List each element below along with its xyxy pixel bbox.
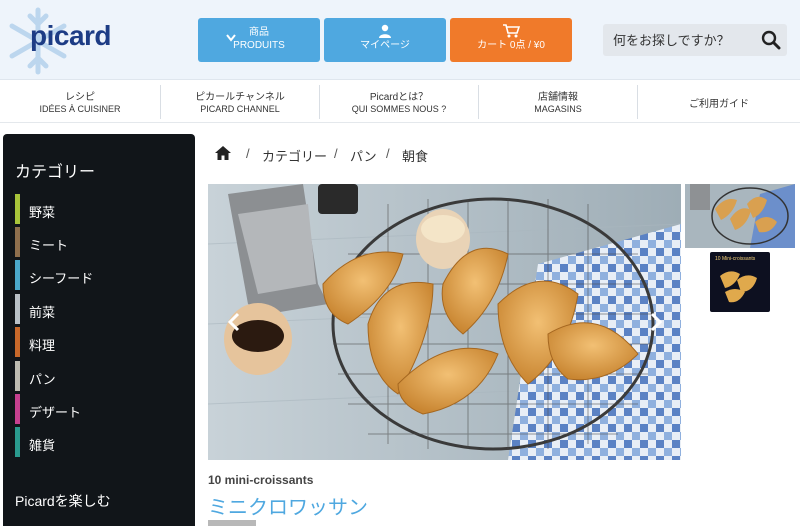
products-label-fr: PRODUITS (233, 40, 285, 51)
category-color-bar (15, 427, 20, 457)
nav-label-jp: ご利用ガイド (689, 99, 749, 110)
nav-label-fr: MAGASINS (534, 104, 582, 114)
product-thumbnail-2[interactable]: 10 Mini-croissants (685, 250, 795, 314)
category-color-bar (15, 227, 20, 257)
logo-text: picard (30, 20, 112, 51)
nav-item-about[interactable]: Picardとは？ QUI SOMMES NOUS ? (320, 81, 478, 123)
picard-logo[interactable]: picard (8, 6, 128, 75)
category-item-meat[interactable]: ミート (15, 227, 185, 257)
breadcrumb-item[interactable]: カテゴリー (262, 146, 327, 165)
category-item-bread[interactable]: パン (15, 361, 185, 391)
category-color-bar (15, 394, 20, 424)
carousel-prev-arrow[interactable] (222, 308, 246, 336)
user-icon (379, 24, 391, 38)
category-label: パン (29, 372, 56, 387)
category-item-seafood[interactable]: シーフード (15, 260, 185, 290)
package-label: 10 Mini-croissants (715, 256, 756, 262)
mypage-button[interactable]: マイページ (324, 18, 446, 62)
category-label: 雑貨 (29, 438, 56, 453)
nav-label-fr: QUI SOMMES NOUS ? (351, 104, 447, 114)
category-label: 料理 (29, 338, 56, 353)
nav-item-recipes[interactable]: レシピ IDÉES À CUISINER (0, 81, 160, 123)
products-button[interactable]: 商品 PRODUITS (198, 18, 320, 62)
products-label-jp: 商品 (249, 27, 269, 38)
carousel-next-arrow[interactable] (644, 308, 668, 336)
category-item-dessert[interactable]: デザート (15, 394, 185, 424)
sidebar-title: カテゴリー (15, 164, 96, 181)
category-item-dishes[interactable]: 料理 (15, 327, 185, 357)
category-item-goods[interactable]: 雑貨 (15, 427, 185, 457)
breadcrumb-separator: / (246, 146, 250, 161)
product-thumbnail-1[interactable] (685, 184, 795, 248)
nav-item-channel[interactable]: ピカールチャンネル PICARD CHANNEL (161, 81, 319, 123)
nav-label-fr: PICARD CHANNEL (200, 104, 280, 114)
nav-label-jp: ピカールチャンネル (195, 92, 285, 103)
cart-label: カート 0点 / ¥0 (477, 40, 545, 51)
nav-item-guide[interactable]: ご利用ガイド (638, 81, 800, 123)
thumbnail-photo (685, 184, 795, 248)
home-icon[interactable] (214, 145, 232, 161)
category-label: 野菜 (29, 205, 56, 220)
search-box (603, 24, 787, 56)
nav-label-jp: 店舗情報 (538, 92, 578, 103)
search-input[interactable] (603, 24, 753, 56)
category-item-vegetables[interactable]: 野菜 (15, 194, 185, 224)
category-label: 前菜 (29, 305, 56, 320)
category-label: ミート (29, 238, 69, 253)
breadcrumb-separator: / (334, 146, 338, 161)
sidebar-footer-link[interactable]: Picardを楽しむ (15, 491, 111, 511)
nav-label-jp: レシピ (65, 92, 95, 103)
breadcrumb-item[interactable]: パン (350, 146, 377, 165)
category-color-bar (15, 327, 20, 357)
croissant-photo (208, 184, 681, 460)
product-main-image[interactable] (208, 184, 681, 460)
category-color-bar (15, 194, 20, 224)
breadcrumb-item-current: 朝食 (402, 149, 429, 164)
category-sidebar: カテゴリー 野菜 ミート シーフード 前菜 料理 パン デザート 雑貨 Pica… (3, 134, 195, 526)
product-title: ミニクロワッサン (208, 497, 368, 519)
product-subtitle: 10 mini-croissants (208, 473, 314, 487)
partial-text-cutoff (208, 520, 256, 526)
category-color-bar (15, 260, 20, 290)
cart-icon (503, 24, 520, 38)
site-header: picard 商品 PRODUITS マイページ カート 0点 / ¥0 (0, 0, 800, 80)
cart-button[interactable]: カート 0点 / ¥0 (450, 18, 572, 62)
category-color-bar (15, 294, 20, 324)
category-label: デザート (29, 405, 82, 420)
search-icon[interactable] (761, 30, 781, 50)
category-item-appetizers[interactable]: 前菜 (15, 294, 185, 324)
category-color-bar (15, 361, 20, 391)
nav-label-fr: IDÉES À CUISINER (39, 104, 121, 114)
nav-item-stores[interactable]: 店舗情報 MAGASINS (479, 81, 637, 123)
breadcrumb-separator: / (386, 146, 390, 161)
category-label: シーフード (29, 271, 94, 286)
nav-label-jp: Picardとは？ (369, 92, 429, 103)
main-nav: レシピ IDÉES À CUISINER ピカールチャンネル PICARD CH… (0, 81, 800, 123)
mypage-label: マイページ (360, 40, 410, 51)
